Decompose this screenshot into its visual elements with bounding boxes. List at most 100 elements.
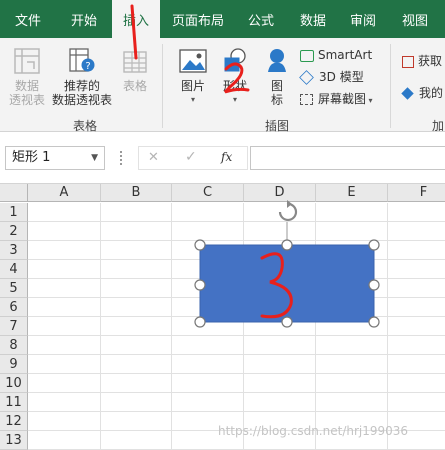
pivot-table-button[interactable]: 数据 透视表 xyxy=(6,46,48,107)
rotate-handle-icon[interactable] xyxy=(278,200,298,221)
row-header-1[interactable]: 1 xyxy=(0,203,28,222)
cell-b8[interactable] xyxy=(101,336,172,355)
cell-b13[interactable] xyxy=(101,431,172,450)
resize-handle[interactable] xyxy=(281,239,293,251)
cell-b4[interactable] xyxy=(101,260,172,279)
tab-view[interactable]: 视图 xyxy=(392,0,438,38)
tab-formulas[interactable]: 公式 xyxy=(238,0,284,38)
cell-a3[interactable] xyxy=(28,241,101,260)
cell-a6[interactable] xyxy=(28,298,101,317)
cell-a9[interactable] xyxy=(28,355,101,374)
cell-b1[interactable] xyxy=(101,203,172,222)
row-header-6[interactable]: 6 xyxy=(0,298,28,317)
cell-f1[interactable] xyxy=(388,203,445,222)
cell-c8[interactable] xyxy=(172,336,244,355)
get-addins-button[interactable]: 获取 xyxy=(402,52,442,70)
resize-handle[interactable] xyxy=(368,316,380,328)
name-box[interactable]: 矩形 1 ▼ xyxy=(5,146,105,170)
cell-f7[interactable] xyxy=(388,317,445,336)
cell-f10[interactable] xyxy=(388,374,445,393)
resize-handle[interactable] xyxy=(194,239,206,251)
column-header-b[interactable]: B xyxy=(101,184,172,202)
pictures-button[interactable]: 图片 ▾ xyxy=(172,46,214,107)
row-header-7[interactable]: 7 xyxy=(0,317,28,336)
3d-models-button[interactable]: 3D 模型 xyxy=(299,68,364,86)
row-header-3[interactable]: 3 xyxy=(0,241,28,260)
confirm-icon[interactable]: ✓ xyxy=(185,149,197,165)
cell-e10[interactable] xyxy=(316,374,388,393)
cell-b11[interactable] xyxy=(101,393,172,412)
cell-a5[interactable] xyxy=(28,279,101,298)
cell-f9[interactable] xyxy=(388,355,445,374)
cell-d8[interactable] xyxy=(244,336,316,355)
resize-handle[interactable] xyxy=(194,316,206,328)
cell-b3[interactable] xyxy=(101,241,172,260)
tab-review[interactable]: 审阅 xyxy=(340,0,386,38)
my-addins-button[interactable]: 我的 xyxy=(401,84,443,102)
resize-handle[interactable] xyxy=(194,279,206,291)
column-header-f[interactable]: F xyxy=(388,184,445,202)
cell-d9[interactable] xyxy=(244,355,316,374)
cell-a11[interactable] xyxy=(28,393,101,412)
cell-c9[interactable] xyxy=(172,355,244,374)
screenshot-button[interactable]: 屏幕截图 ▾ xyxy=(300,90,373,108)
insert-function-icon[interactable]: fx xyxy=(221,150,232,164)
cell-f11[interactable] xyxy=(388,393,445,412)
cell-c10[interactable] xyxy=(172,374,244,393)
cell-a8[interactable] xyxy=(28,336,101,355)
cell-a13[interactable] xyxy=(28,431,101,450)
cell-a7[interactable] xyxy=(28,317,101,336)
cell-b5[interactable] xyxy=(101,279,172,298)
cell-f3[interactable] xyxy=(388,241,445,260)
smartart-icon xyxy=(300,49,314,62)
cell-f2[interactable] xyxy=(388,222,445,241)
cell-b9[interactable] xyxy=(101,355,172,374)
resize-handle[interactable] xyxy=(281,316,293,328)
cell-a10[interactable] xyxy=(28,374,101,393)
cell-a1[interactable] xyxy=(28,203,101,222)
cell-e8[interactable] xyxy=(316,336,388,355)
row-header-10[interactable]: 10 xyxy=(0,374,28,393)
column-header-a[interactable]: A xyxy=(28,184,101,202)
tab-home[interactable]: 开始 xyxy=(56,0,112,38)
row-header-11[interactable]: 11 xyxy=(0,393,28,412)
cell-f8[interactable] xyxy=(388,336,445,355)
tab-file[interactable]: 文件 xyxy=(0,0,56,38)
cell-a4[interactable] xyxy=(28,260,101,279)
cell-a2[interactable] xyxy=(28,222,101,241)
cell-d10[interactable] xyxy=(244,374,316,393)
cell-f5[interactable] xyxy=(388,279,445,298)
recommended-pivot-button[interactable]: ? 推荐的 数据透视表 xyxy=(50,46,114,107)
cell-b12[interactable] xyxy=(101,412,172,431)
tab-data[interactable]: 数据 xyxy=(290,0,336,38)
cell-a12[interactable] xyxy=(28,412,101,431)
cell-f6[interactable] xyxy=(388,298,445,317)
cell-b6[interactable] xyxy=(101,298,172,317)
cancel-icon[interactable]: ✕ xyxy=(148,150,159,165)
rectangle-shape-selection[interactable] xyxy=(190,198,390,334)
cell-d11[interactable] xyxy=(244,393,316,412)
smartart-button[interactable]: SmartArt xyxy=(300,46,372,64)
row-header-2[interactable]: 2 xyxy=(0,222,28,241)
cell-e11[interactable] xyxy=(316,393,388,412)
cell-b2[interactable] xyxy=(101,222,172,241)
resize-handle[interactable] xyxy=(368,239,380,251)
row-header-8[interactable]: 8 xyxy=(0,336,28,355)
resize-handle[interactable] xyxy=(368,279,380,291)
chevron-down-icon[interactable]: ▼ xyxy=(91,147,98,169)
row-header-12[interactable]: 12 xyxy=(0,412,28,431)
smartart-label: SmartArt xyxy=(318,48,373,62)
cell-b7[interactable] xyxy=(101,317,172,336)
row-header-13[interactable]: 13 xyxy=(0,431,28,450)
cell-b10[interactable] xyxy=(101,374,172,393)
tab-page-layout[interactable]: 页面布局 xyxy=(163,0,233,38)
row-header-4[interactable]: 4 xyxy=(0,260,28,279)
cell-e9[interactable] xyxy=(316,355,388,374)
cell-f4[interactable] xyxy=(388,260,445,279)
cell-c11[interactable] xyxy=(172,393,244,412)
row-header-9[interactable]: 9 xyxy=(0,355,28,374)
formula-input[interactable] xyxy=(250,146,445,170)
select-all-corner[interactable] xyxy=(0,184,28,202)
icons-button[interactable]: 图标 xyxy=(260,46,294,107)
row-header-5[interactable]: 5 xyxy=(0,279,28,298)
